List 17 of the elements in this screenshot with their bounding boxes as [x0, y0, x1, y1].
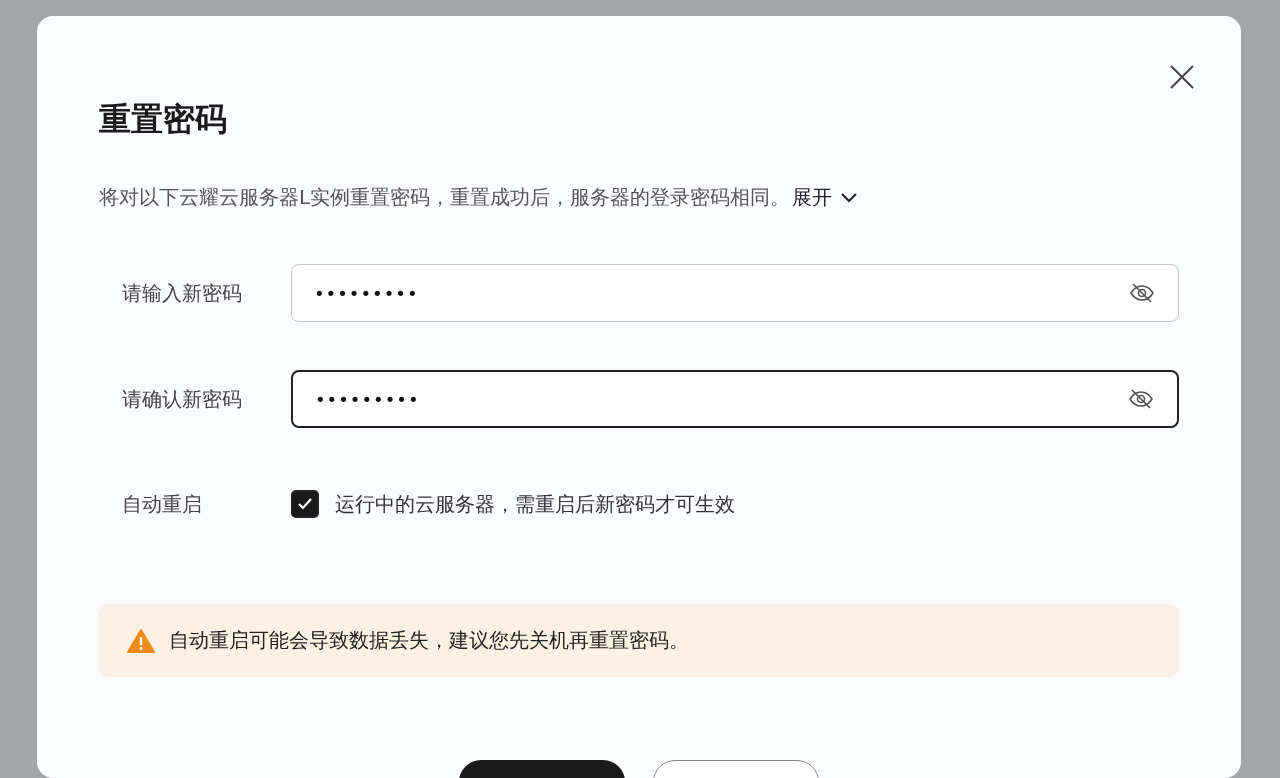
checkbox-label[interactable]: 运行中的云服务器，需重启后新密码才可生效 — [335, 490, 735, 518]
description-text: 将对以下云耀云服务器L实例重置密码，重置成功后，服务器的登录密码相同。 — [99, 184, 791, 211]
field-label: 请确认新密码 — [122, 385, 243, 413]
close-icon[interactable] — [1169, 64, 1195, 90]
expand-link[interactable]: 展开 — [792, 184, 859, 211]
password-field[interactable]: ••••••••• — [291, 370, 1179, 428]
eye-hidden-icon[interactable] — [1128, 281, 1156, 305]
warning-icon — [127, 628, 155, 653]
checkbox[interactable] — [291, 490, 319, 518]
password-field[interactable]: ••••••••• — [291, 264, 1179, 322]
checkmark-icon — [297, 497, 313, 511]
warning-text: 自动重启可能会导致数据丢失，建议您先关机再重置密码。 — [169, 627, 689, 654]
eye-hidden-icon[interactable] — [1127, 387, 1155, 411]
chevron-down-icon — [840, 191, 859, 204]
field-label: 请输入新密码 — [122, 279, 243, 307]
dialog-title: 重置密码 — [99, 99, 228, 140]
auto-restart-label: 自动重启 — [122, 490, 203, 518]
